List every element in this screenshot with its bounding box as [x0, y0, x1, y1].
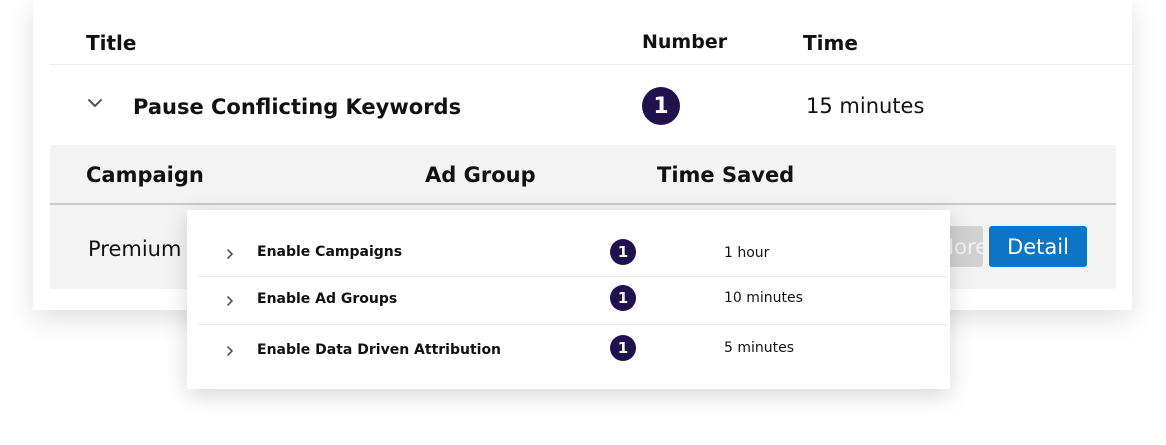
popup-row[interactable]: Enable Data Driven Attribution 1 5 minut… [187, 324, 950, 372]
subcolumn-header-time-saved: Time Saved [657, 163, 795, 187]
subheader-divider [50, 203, 1116, 205]
column-header-number[interactable]: Number [642, 31, 727, 53]
column-header-time[interactable]: Time [803, 31, 858, 55]
campaign-cell: Premium [88, 237, 182, 261]
count-badge: 1 [610, 285, 636, 311]
popup-row-title: Enable Data Driven Attribution [257, 342, 502, 358]
count-badge: 1 [610, 335, 636, 361]
recommendation-time: 15 minutes [806, 94, 925, 118]
recommendation-title: Pause Conflicting Keywords [133, 95, 462, 119]
popup-row-time: 5 minutes [724, 340, 795, 356]
subcolumn-header-campaign: Campaign [86, 163, 204, 187]
chevron-down-icon[interactable] [85, 93, 105, 113]
popup-row[interactable]: Enable Ad Groups 1 10 minutes [187, 276, 950, 324]
count-badge: 1 [642, 87, 680, 125]
chevron-right-icon[interactable] [224, 343, 236, 357]
subcolumn-header-ad-group: Ad Group [425, 163, 536, 187]
column-header-title[interactable]: Title [86, 31, 136, 55]
chevron-right-icon[interactable] [224, 246, 236, 260]
count-badge: 1 [610, 239, 636, 265]
detail-button[interactable]: Detail [989, 226, 1087, 267]
recommendations-popup: Enable Campaigns 1 1 hour Enable Ad Grou… [187, 210, 950, 389]
header-divider [50, 64, 1132, 65]
popup-row-title: Enable Campaigns [257, 244, 403, 260]
popup-row[interactable]: Enable Campaigns 1 1 hour [187, 228, 950, 276]
chevron-right-icon[interactable] [224, 293, 236, 307]
popup-row-time: 10 minutes [724, 290, 803, 306]
popup-row-title: Enable Ad Groups [257, 291, 398, 307]
popup-row-time: 1 hour [724, 245, 770, 261]
